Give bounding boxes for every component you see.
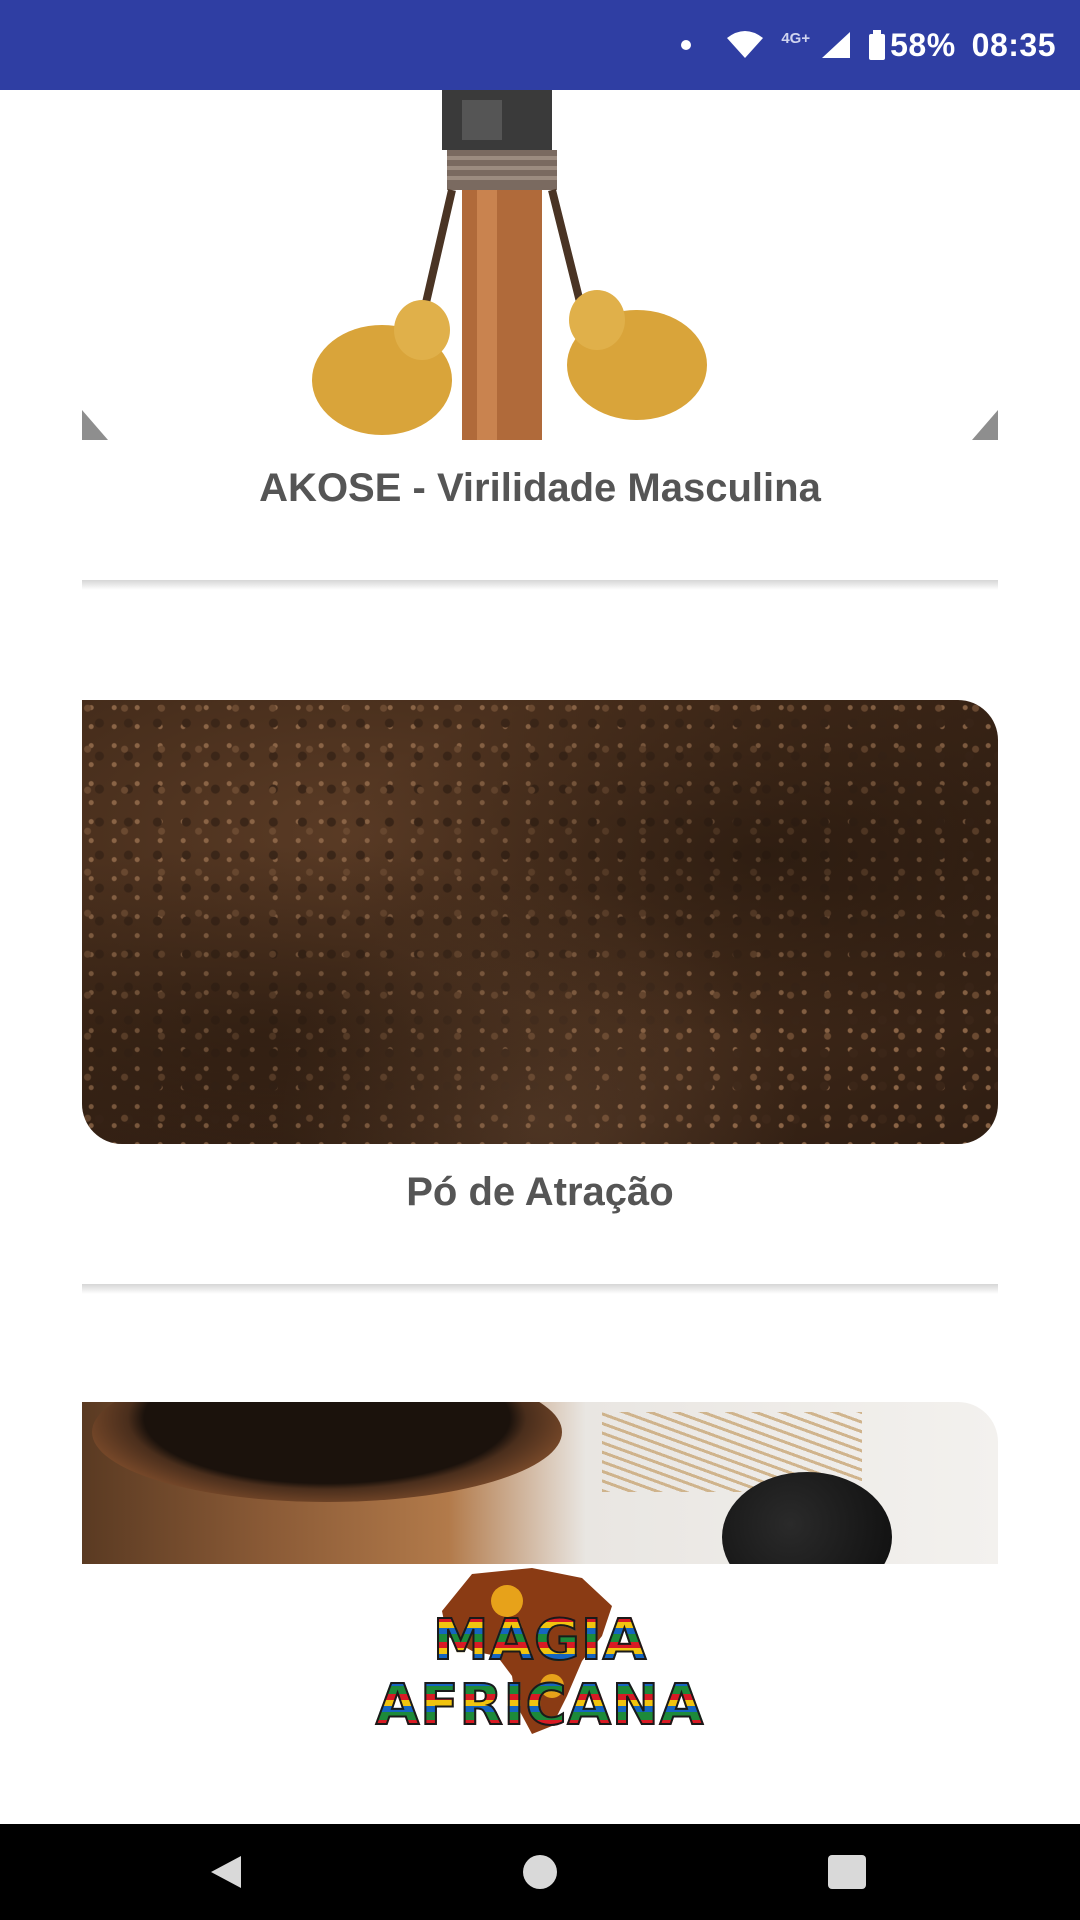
battery-percent: 58% [890,26,956,63]
network-type: 4G+ [781,29,811,47]
card-divider [82,580,998,590]
navigation-bar [0,1824,1080,1920]
jar-product-image[interactable] [82,1402,998,1564]
product-list[interactable]: AKOSE - Virilidade Masculina Pó de Atraç… [0,90,1080,1824]
card-corner [972,410,998,440]
signal-icon [822,32,851,58]
notification-dot-icon [681,40,692,50]
status-icons: 4G+ 58% 08:35 [681,0,1056,90]
akose-illustration [312,90,707,440]
card-divider [82,1284,998,1294]
jar-icon [92,1402,562,1502]
magia-africana-logo: MAGIA AFRICANA [282,1566,798,1739]
attraction-powder-image[interactable] [82,700,998,1144]
akose-product-image[interactable] [82,90,998,440]
recents-icon[interactable] [828,1855,866,1889]
product-title[interactable]: AKOSE - Virilidade Masculina [82,466,998,511]
card-corner [82,410,108,440]
logo-text: MAGIA AFRICANA [282,1607,798,1739]
clock: 08:35 [971,26,1056,63]
wifi-icon [727,31,764,58]
status-bar: 4G+ 58% 08:35 [0,0,1080,90]
home-icon[interactable] [523,1855,557,1889]
battery-icon [869,30,886,60]
battery-status: 58% [868,27,956,64]
product-title[interactable]: Pó de Atração [82,1170,998,1215]
back-icon[interactable] [211,1856,241,1888]
